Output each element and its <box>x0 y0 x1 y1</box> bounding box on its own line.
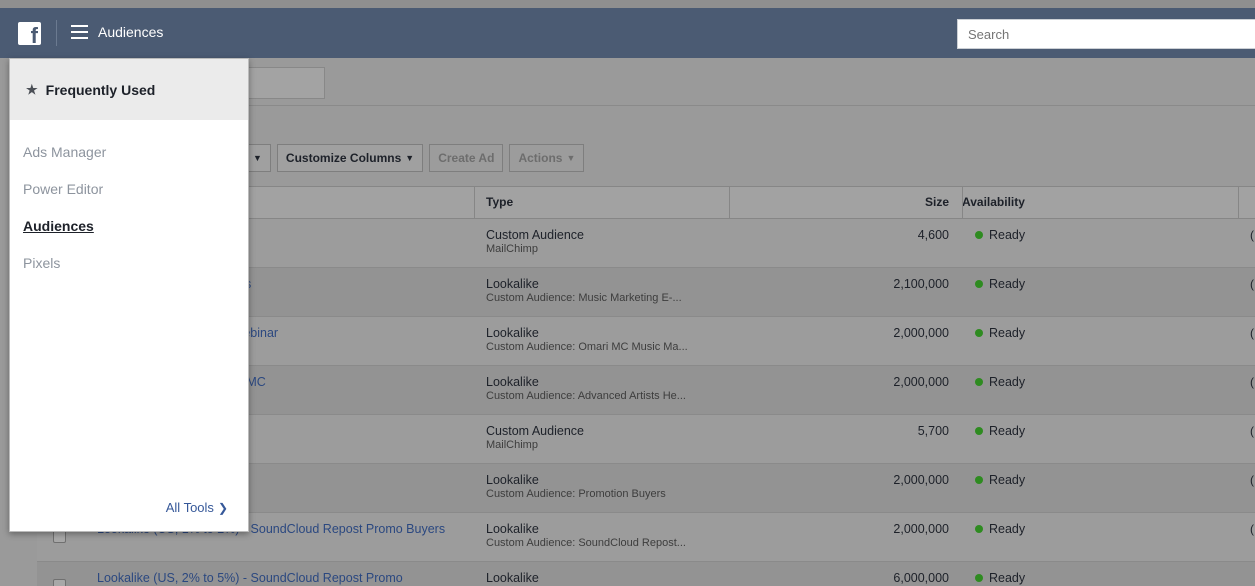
caret-down-icon: ▼ <box>566 153 576 163</box>
menu-item-pixels[interactable]: Pixels <box>10 253 248 290</box>
audience-source: MailChimp <box>486 243 538 255</box>
divider <box>240 105 1255 106</box>
availability-label: Ready <box>989 571 1026 585</box>
audience-source: Custom Audience: Advanced Artists He... <box>486 390 686 402</box>
availability-status: Ready <box>975 228 1025 242</box>
availability-status: Ready <box>975 375 1025 389</box>
availability-status: Ready <box>975 522 1025 536</box>
audience-type: Custom Audience <box>486 228 584 242</box>
toolbar: ▼ Customize Columns ▼ Create Ad Actions … <box>240 144 585 172</box>
status-dot-icon <box>975 378 983 386</box>
audience-size: 2,000,000 <box>893 473 949 487</box>
status-dot-icon <box>975 476 983 484</box>
audience-source: Custom Audience: Promotion Buyers <box>486 488 666 500</box>
audience-size: 2,000,000 <box>893 326 949 340</box>
status-dot-icon <box>975 329 983 337</box>
row-checkbox[interactable] <box>53 579 66 586</box>
star-icon: ★ <box>26 81 38 97</box>
all-tools-link[interactable]: All Tools ❯ <box>166 500 228 515</box>
status-dot-icon <box>975 427 983 435</box>
truncated-cell: ( <box>1250 473 1254 487</box>
header-size[interactable]: Size <box>925 187 949 218</box>
audience-size: 2,000,000 <box>893 375 949 389</box>
frequently-used-label: Frequently Used <box>45 81 156 98</box>
truncated-cell: ( <box>1250 375 1254 389</box>
menu-items: Ads Manager Power Editor Audiences Pixel… <box>10 120 248 290</box>
status-dot-icon <box>975 525 983 533</box>
status-dot-icon <box>975 574 983 582</box>
search-input[interactable] <box>957 19 1255 49</box>
availability-label: Ready <box>989 424 1026 438</box>
audience-source: Custom Audience: SoundCloud Repost... <box>486 537 686 549</box>
create-ad-button[interactable]: Create Ad <box>429 144 504 172</box>
truncated-cell: ( <box>1250 228 1254 242</box>
availability-label: Ready <box>989 228 1026 242</box>
topbar-divider <box>56 20 57 46</box>
caret-down-icon: ▼ <box>405 153 415 163</box>
availability-status: Ready <box>975 326 1025 340</box>
availability-label: Ready <box>989 326 1026 340</box>
customize-columns-label: Customize Columns <box>285 151 402 165</box>
truncated-cell: ( <box>1250 326 1254 340</box>
customize-columns-button[interactable]: Customize Columns ▼ <box>276 144 424 172</box>
availability-label: Ready <box>989 522 1026 536</box>
audience-type: Lookalike <box>486 277 539 291</box>
navigation-dropdown-menu: ★ Frequently Used Ads Manager Power Edit… <box>9 58 249 532</box>
menu-item-ads-manager[interactable]: Ads Manager <box>10 142 248 179</box>
table-row[interactable]: Lookalike (US, 2% to 5%) - SoundCloud Re… <box>37 562 1255 586</box>
status-dot-icon <box>975 231 983 239</box>
availability-status: Ready <box>975 473 1025 487</box>
truncated-cell: ( <box>1250 424 1254 438</box>
header-type[interactable]: Type <box>486 187 513 218</box>
audience-type: Lookalike <box>486 375 539 389</box>
availability-status: Ready <box>975 277 1025 291</box>
chevron-right-icon: ❯ <box>217 500 228 515</box>
availability-label: Ready <box>989 473 1026 487</box>
audience-size: 5,700 <box>917 424 949 438</box>
facebook-logo-letter: f <box>30 23 38 48</box>
audience-size: 6,000,000 <box>893 571 949 585</box>
page-title[interactable]: Audiences <box>98 24 163 40</box>
availability-status: Ready <box>975 571 1025 585</box>
audience-size: 2,100,000 <box>893 277 949 291</box>
audience-type: Lookalike <box>486 571 539 585</box>
audience-type: Lookalike <box>486 473 539 487</box>
audience-size: 4,600 <box>917 228 949 242</box>
availability-label: Ready <box>989 277 1026 291</box>
status-dot-icon <box>975 280 983 288</box>
header-availability[interactable]: Availability <box>962 187 1025 218</box>
audience-type: Lookalike <box>486 326 539 340</box>
audience-source: Custom Audience: Music Marketing E-... <box>486 292 682 304</box>
menu-item-power-editor[interactable]: Power Editor <box>10 179 248 216</box>
availability-label: Ready <box>989 375 1026 389</box>
actions-label: Actions <box>518 151 563 165</box>
audience-selector-box[interactable] <box>240 67 325 99</box>
hamburger-menu-icon[interactable] <box>71 25 88 39</box>
audience-source: MailChimp <box>486 439 538 451</box>
availability-status: Ready <box>975 424 1025 438</box>
audience-source: Custom Audience: Omari MC Music Ma... <box>486 341 688 353</box>
actions-button[interactable]: Actions ▼ <box>509 144 585 172</box>
truncated-cell: ( <box>1250 277 1254 291</box>
facebook-logo-icon[interactable]: f <box>18 22 41 48</box>
audience-type: Custom Audience <box>486 424 584 438</box>
menu-item-audiences[interactable]: Audiences <box>10 216 248 253</box>
all-tools-label: All Tools <box>165 500 214 515</box>
frequently-used-header: ★ Frequently Used <box>10 59 248 120</box>
audience-size: 2,000,000 <box>893 522 949 536</box>
top-bar: f Audiences <box>0 8 1255 58</box>
truncated-cell: ( <box>1250 522 1254 536</box>
caret-down-icon: ▼ <box>253 153 262 163</box>
audience-type: Lookalike <box>486 522 539 536</box>
audience-name[interactable]: Lookalike (US, 2% to 5%) - SoundCloud Re… <box>97 570 457 586</box>
